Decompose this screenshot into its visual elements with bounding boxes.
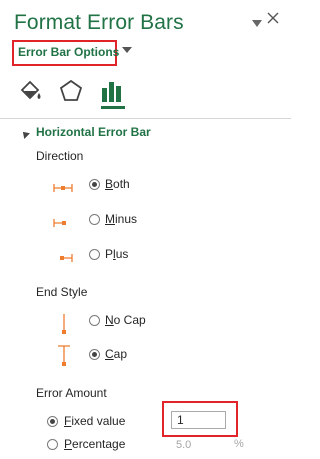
direction-plus-radio[interactable]	[89, 249, 100, 260]
error-bar-both-icon	[52, 178, 73, 198]
error-bar-minus-icon	[52, 213, 72, 233]
error-bar-cap-icon	[54, 343, 74, 366]
pane-title: Format Error Bars	[14, 11, 184, 34]
fixed-value-radio[interactable]	[47, 416, 58, 427]
chevron-down-icon[interactable]	[122, 47, 132, 53]
direction-label: Direction	[36, 149, 84, 163]
percent-unit: %	[234, 438, 244, 450]
end-style-cap-radio[interactable]	[89, 349, 100, 360]
section-title[interactable]: Horizontal Error Bar	[36, 125, 151, 139]
direction-minus-label[interactable]: Minus	[105, 212, 137, 226]
end-style-label: End Style	[36, 285, 88, 299]
bar-chart-icon[interactable]	[100, 78, 126, 104]
error-bar-no-cap-icon	[54, 312, 74, 334]
direction-both-radio[interactable]	[89, 179, 100, 190]
error-bar-plus-icon	[56, 248, 76, 268]
fixed-value-input[interactable]: 1	[171, 411, 226, 429]
close-icon[interactable]	[267, 12, 279, 28]
pane-options-dropdown-icon[interactable]	[252, 16, 262, 32]
selected-tab-indicator	[101, 106, 125, 109]
error-amount-label: Error Amount	[36, 386, 107, 400]
fixed-value-label[interactable]: Fixed value	[64, 414, 125, 428]
direction-both-label[interactable]: Both	[105, 177, 130, 191]
collapse-caret-icon[interactable]	[20, 129, 30, 139]
pentagon-icon[interactable]	[58, 78, 84, 104]
end-style-no-cap-radio[interactable]	[89, 315, 100, 326]
end-style-cap-label[interactable]: Cap	[105, 347, 127, 361]
percentage-label[interactable]: Percentage	[64, 437, 125, 451]
error-bar-options-label: Error Bar Options	[18, 45, 120, 59]
percentage-input[interactable]: 5.0	[171, 437, 226, 454]
divider	[0, 118, 291, 119]
paint-bucket-icon[interactable]	[18, 78, 44, 104]
end-style-no-cap-label[interactable]: No Cap	[105, 313, 146, 327]
direction-minus-radio[interactable]	[89, 214, 100, 225]
direction-plus-label[interactable]: Plus	[105, 247, 128, 261]
percentage-radio[interactable]	[47, 439, 58, 450]
